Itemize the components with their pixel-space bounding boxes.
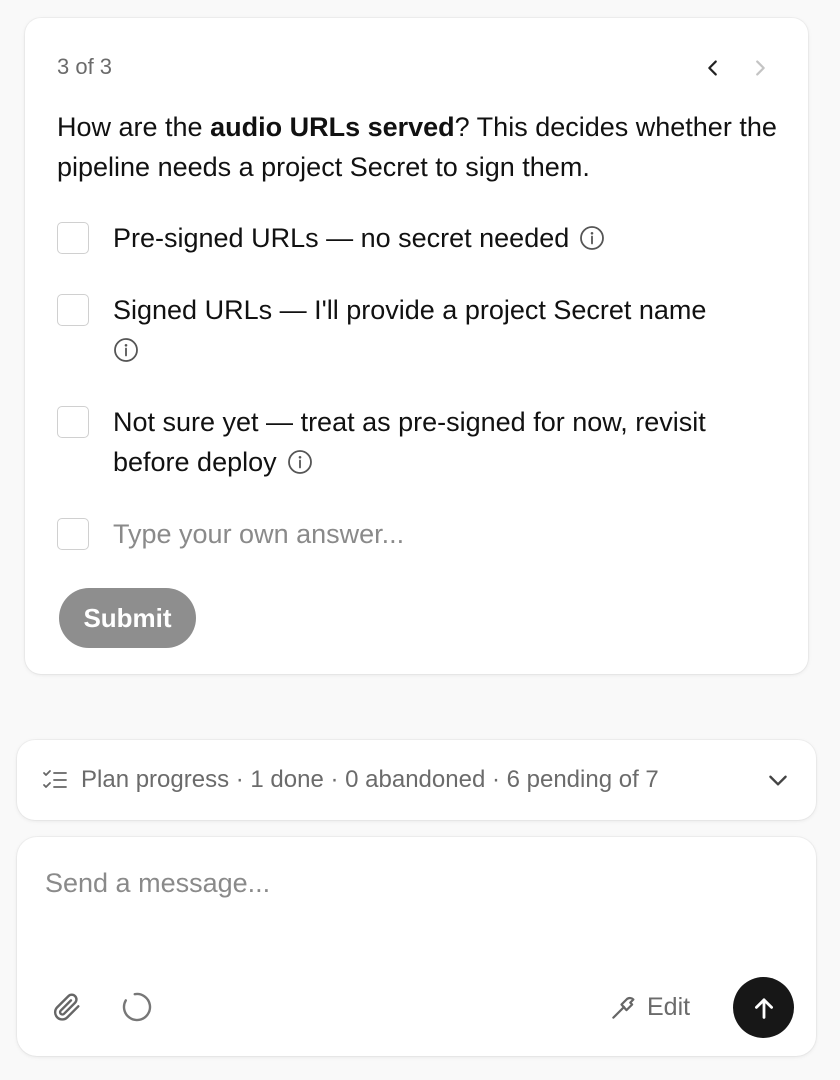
submit-button[interactable]: Submit [59,588,196,648]
paperclip-icon [53,993,80,1021]
pager-counter: 3 of 3 [57,54,113,79]
option-signed[interactable]: Signed URLs — I'll provide a project Sec… [57,290,777,370]
chevron-right-icon [756,60,765,76]
option-pre-signed[interactable]: Pre-signed URLs — no secret needed [57,218,777,258]
question-emphasis: audio URLs served [210,112,455,142]
option-not-sure[interactable]: Not sure yet — treat as pre-signed for n… [57,402,777,482]
edit-mode-button[interactable]: Edit [609,987,690,1027]
message-input[interactable] [45,861,785,905]
info-icon[interactable] [287,449,313,475]
option-label: Pre-signed URLs — no secret needed [113,218,773,258]
chevron-down-icon[interactable] [765,767,791,793]
option-checkbox[interactable] [57,294,89,326]
edit-label: Edit [647,992,691,1021]
option-checkbox[interactable] [57,406,89,438]
question-card: 3 of 3 How are the audio URLs served? Th… [25,18,808,674]
chevron-left-icon [708,60,717,76]
status-button[interactable] [117,987,157,1027]
option-label: Not sure yet — treat as pre-signed for n… [113,407,706,477]
question-text: How are the audio URLs served? This deci… [57,107,787,187]
own-answer-input[interactable] [113,514,753,554]
arrow-up-icon [754,997,773,1019]
option-own-answer[interactable] [57,514,777,554]
option-checkbox[interactable] [57,222,89,254]
checklist-icon [43,770,67,788]
info-icon[interactable] [579,225,605,251]
hammer-icon [612,996,635,1019]
message-composer: Edit [17,837,816,1056]
next-question-button[interactable] [743,51,777,85]
spinner-icon [122,992,152,1022]
previous-question-button[interactable] [696,51,730,85]
attach-button[interactable] [47,987,87,1027]
plan-progress-bar[interactable]: Plan progress · 1 done · 0 abandoned · 6… [17,740,816,820]
question-prefix: How are the [57,112,211,142]
plan-progress-text: Plan progress · 1 done · 0 abandoned · 6… [81,766,659,793]
send-button[interactable] [733,977,794,1038]
option-label: Signed URLs — I'll provide a project Sec… [113,290,773,370]
info-icon[interactable] [113,337,139,363]
option-checkbox[interactable] [57,518,89,550]
